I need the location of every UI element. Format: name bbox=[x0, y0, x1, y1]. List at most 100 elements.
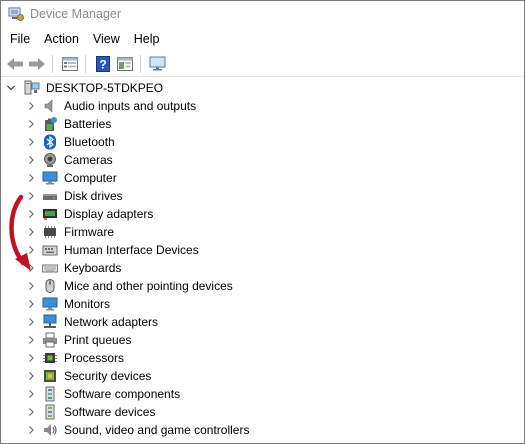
tree-item[interactable]: Software devices bbox=[24, 403, 155, 421]
forward-button[interactable] bbox=[27, 54, 47, 74]
tree-item[interactable]: Security devices bbox=[24, 367, 151, 385]
tree-item[interactable]: Software components bbox=[24, 385, 180, 403]
chevron-right-icon[interactable] bbox=[24, 277, 38, 295]
tree-item-label: Keyboards bbox=[64, 261, 122, 275]
security-device-icon bbox=[42, 368, 58, 384]
svg-text:?: ? bbox=[99, 58, 106, 72]
menu-action[interactable]: Action bbox=[37, 29, 86, 49]
printer-icon bbox=[42, 332, 58, 348]
menu-view[interactable]: View bbox=[86, 29, 127, 49]
menu-file[interactable]: File bbox=[1, 29, 37, 49]
tree-item-label: Firmware bbox=[64, 225, 114, 239]
tree-item-label: Disk drives bbox=[64, 189, 123, 203]
tree-item[interactable]: Audio inputs and outputs bbox=[24, 97, 196, 115]
help-icon: ? bbox=[96, 56, 110, 72]
tree-item-label: Mice and other pointing devices bbox=[64, 279, 233, 293]
camera-icon bbox=[42, 152, 58, 168]
chevron-right-icon[interactable] bbox=[24, 133, 38, 151]
tree-item-label: Processors bbox=[64, 351, 125, 365]
chevron-right-icon[interactable] bbox=[24, 241, 38, 259]
tree-item-label: Bluetooth bbox=[64, 135, 115, 149]
mouse-icon bbox=[42, 278, 58, 294]
tree-item[interactable]: Batteries bbox=[24, 115, 111, 133]
tree-item-label: Software devices bbox=[64, 405, 156, 419]
tree-item[interactable]: Processors bbox=[24, 349, 124, 367]
tree-item[interactable]: Disk drives bbox=[24, 187, 123, 205]
tree-item[interactable]: Human Interface Devices bbox=[24, 241, 199, 259]
menu-help[interactable]: Help bbox=[127, 29, 167, 49]
tree-item-label: Print queues bbox=[64, 333, 132, 347]
tree-item[interactable]: Print queues bbox=[24, 331, 131, 349]
bluetooth-icon bbox=[42, 134, 58, 150]
computer-icon bbox=[24, 80, 40, 96]
tree-item-label: Audio inputs and outputs bbox=[64, 99, 197, 113]
chevron-right-icon[interactable] bbox=[24, 97, 38, 115]
chevron-right-icon[interactable] bbox=[24, 349, 38, 367]
chevron-right-icon[interactable] bbox=[24, 331, 38, 349]
properties-button[interactable] bbox=[60, 54, 80, 74]
tree-item-label: Computer bbox=[64, 171, 117, 185]
tree-item-label: Network adapters bbox=[64, 315, 159, 329]
chevron-right-icon[interactable] bbox=[24, 115, 38, 133]
help-button[interactable]: ? bbox=[93, 54, 113, 74]
chevron-right-icon[interactable] bbox=[24, 151, 38, 169]
software-device-icon bbox=[42, 404, 58, 420]
hid-icon bbox=[42, 242, 58, 258]
back-arrow-icon bbox=[7, 58, 23, 70]
chevron-right-icon[interactable] bbox=[24, 223, 38, 241]
scan-hardware-button[interactable] bbox=[148, 54, 168, 74]
software-component-icon bbox=[42, 386, 58, 402]
window-title: Device Manager bbox=[30, 7, 122, 21]
firmware-icon bbox=[42, 224, 58, 240]
properties-icon bbox=[62, 57, 78, 71]
display-adapter-icon bbox=[42, 206, 58, 222]
tree-item-label: Monitors bbox=[64, 297, 111, 311]
menu-bar: File Action View Help bbox=[1, 29, 524, 49]
speaker-icon bbox=[42, 98, 58, 114]
tree-item[interactable]: Computer bbox=[24, 169, 117, 187]
chevron-right-icon[interactable] bbox=[24, 259, 38, 277]
disk-drive-icon bbox=[42, 188, 58, 204]
tree-item-label: Display adapters bbox=[64, 207, 154, 221]
chevron-right-icon[interactable] bbox=[24, 367, 38, 385]
tree-item[interactable]: Mice and other pointing devices bbox=[24, 277, 233, 295]
tree-item-label: Cameras bbox=[64, 153, 113, 167]
tree-item-label: Human Interface Devices bbox=[64, 243, 199, 257]
tree-item[interactable]: Keyboards bbox=[24, 259, 121, 277]
back-button[interactable] bbox=[5, 54, 25, 74]
tree-root[interactable]: DESKTOP-5TDKPEO bbox=[1, 79, 163, 97]
tree-root-label: DESKTOP-5TDKPEO bbox=[46, 81, 164, 95]
tree-item[interactable]: Network adapters bbox=[24, 313, 158, 331]
chevron-right-icon[interactable] bbox=[24, 403, 38, 421]
tree-item[interactable]: Cameras bbox=[24, 151, 113, 169]
chevron-right-icon[interactable] bbox=[24, 385, 38, 403]
tree-item-label: Software components bbox=[64, 387, 181, 401]
tree-item[interactable]: Monitors bbox=[24, 295, 110, 313]
tree-item[interactable]: Display adapters bbox=[24, 205, 153, 223]
battery-icon bbox=[42, 116, 58, 132]
chevron-right-icon[interactable] bbox=[24, 421, 38, 439]
tree-item-label: Sound, video and game controllers bbox=[64, 423, 250, 437]
processor-icon bbox=[42, 350, 58, 366]
chevron-right-icon[interactable] bbox=[24, 295, 38, 313]
device-manager-window: Device Manager File Action View Help ? D… bbox=[0, 0, 525, 444]
tree-item[interactable]: Firmware bbox=[24, 223, 114, 241]
toolbar-separator bbox=[52, 55, 53, 73]
update-driver-button[interactable] bbox=[115, 54, 135, 74]
keyboard-icon bbox=[42, 260, 58, 276]
chevron-right-icon[interactable] bbox=[24, 205, 38, 223]
chevron-right-icon[interactable] bbox=[24, 169, 38, 187]
sound-controller-icon bbox=[42, 422, 58, 438]
computer-icon bbox=[42, 170, 58, 186]
network-adapter-icon bbox=[42, 314, 58, 330]
monitor-scan-icon bbox=[149, 56, 166, 71]
chevron-right-icon[interactable] bbox=[24, 313, 38, 331]
chevron-right-icon[interactable] bbox=[24, 187, 38, 205]
tree-item[interactable]: Bluetooth bbox=[24, 133, 115, 151]
chevron-down-icon[interactable] bbox=[4, 79, 18, 97]
tree-item-label: Batteries bbox=[64, 117, 112, 131]
forward-arrow-icon bbox=[29, 58, 45, 70]
tree-item[interactable]: Sound, video and game controllers bbox=[24, 421, 249, 439]
toolbar-separator bbox=[85, 55, 86, 73]
device-manager-icon bbox=[8, 6, 24, 22]
